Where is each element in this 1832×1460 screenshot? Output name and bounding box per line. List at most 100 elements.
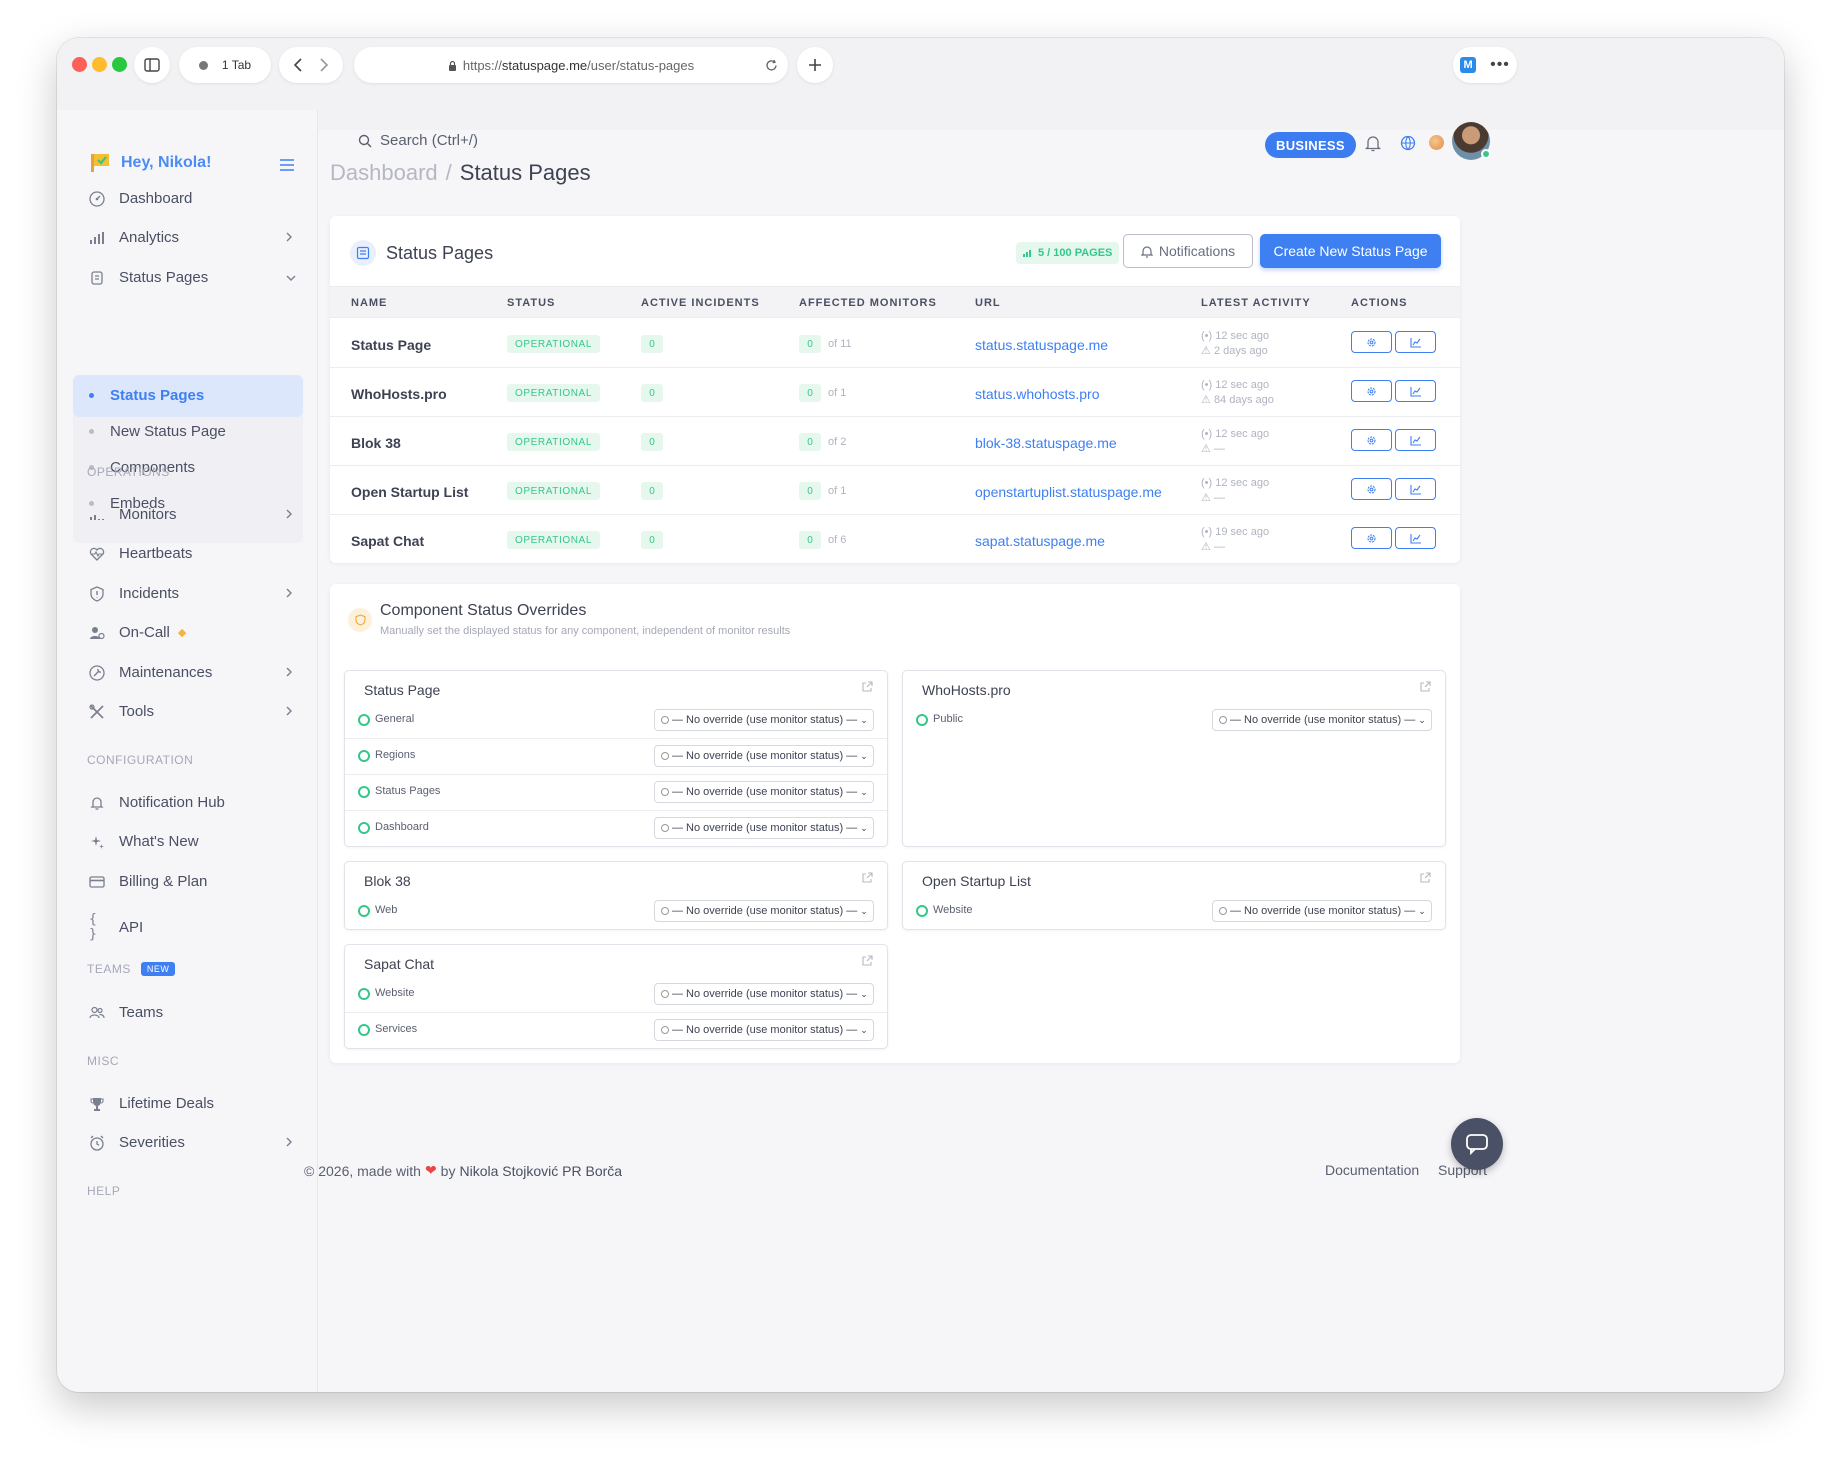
table-row: Sapat Chat OPERATIONAL 0 0 of 6 sapat.st… xyxy=(330,515,1460,564)
override-select[interactable]: — No override (use monitor status) — ⌄ xyxy=(654,900,874,922)
override-select[interactable]: — No override (use monitor status) — ⌄ xyxy=(654,745,874,767)
sidebar-item-api[interactable]: { } API xyxy=(89,912,143,942)
status-page-name[interactable]: Open Startup List xyxy=(351,484,468,500)
external-link-icon[interactable] xyxy=(861,872,873,884)
sidebar-item-maintenances[interactable]: Maintenances xyxy=(89,664,299,681)
status-page-url[interactable]: status.statuspage.me xyxy=(975,337,1108,353)
analytics-button[interactable] xyxy=(1395,429,1436,451)
status-page-name[interactable]: Status Page xyxy=(351,337,431,353)
plan-badge[interactable]: BUSINESS xyxy=(1265,132,1356,158)
sidebar-toggle-button[interactable] xyxy=(134,47,170,83)
bell-icon xyxy=(90,796,104,810)
more-menu-icon[interactable]: ••• xyxy=(1490,57,1510,73)
forward-arrow-icon[interactable] xyxy=(319,58,329,72)
bell-icon[interactable] xyxy=(1365,134,1381,152)
brand[interactable]: Hey, Nikola! xyxy=(89,152,211,174)
status-page-url[interactable]: status.whohosts.pro xyxy=(975,386,1100,402)
sidebar-item-label: Analytics xyxy=(119,229,180,246)
notifications-button[interactable]: Notifications xyxy=(1123,234,1253,268)
component-row: General — No override (use monitor statu… xyxy=(345,703,887,739)
sidebar-item-label: Lifetime Deals xyxy=(119,1095,215,1112)
extension-m-icon[interactable]: M xyxy=(1460,57,1477,73)
sidebar-item-monitors[interactable]: Monitors xyxy=(89,506,299,523)
settings-button[interactable] xyxy=(1351,380,1392,402)
new-tab-button[interactable] xyxy=(797,47,833,83)
reload-icon[interactable] xyxy=(765,59,778,72)
component-overrides-card: Component Status Overrides Manually set … xyxy=(330,584,1460,1063)
override-select[interactable]: — No override (use monitor status) — ⌄ xyxy=(654,709,874,731)
status-page-url[interactable]: blok-38.statuspage.me xyxy=(975,435,1117,451)
sidebar-item-whats-new[interactable]: What's New xyxy=(89,833,199,850)
sidebar-item-heartbeats[interactable]: Heartbeats xyxy=(89,545,192,562)
override-select[interactable]: — No override (use monitor status) — ⌄ xyxy=(654,983,874,1005)
sidebar-item-notification-hub[interactable]: Notification Hub xyxy=(89,794,225,811)
analytics-button[interactable] xyxy=(1395,331,1436,353)
override-select[interactable]: — No override (use monitor status) — ⌄ xyxy=(1212,900,1432,922)
radio-circle-icon xyxy=(1219,907,1227,915)
analytics-button[interactable] xyxy=(1395,527,1436,549)
maximize-window-button[interactable] xyxy=(112,57,127,72)
status-page-name[interactable]: Sapat Chat xyxy=(351,533,424,549)
tab-group-button[interactable]: 1 Tab xyxy=(179,47,271,83)
settings-button[interactable] xyxy=(1351,478,1392,500)
active-incidents-badge: 0 xyxy=(641,531,663,549)
trophy-icon xyxy=(90,1097,104,1111)
override-group-card: Sapat Chat Website — No override (use mo… xyxy=(344,944,888,1049)
sidebar-item-incidents[interactable]: Incidents xyxy=(89,585,299,602)
breadcrumb-parent[interactable]: Dashboard xyxy=(330,160,438,186)
user-avatar[interactable] xyxy=(1452,122,1491,160)
sidebar-item-label: Dashboard xyxy=(119,190,193,207)
create-status-page-button[interactable]: Create New Status Page xyxy=(1260,234,1441,268)
latest-activity: (•) 12 sec ago ⚠ — xyxy=(1201,427,1269,457)
close-window-button[interactable] xyxy=(72,57,87,72)
external-link-icon[interactable] xyxy=(861,681,873,693)
submenu-item-new-status-page[interactable]: New Status Page xyxy=(89,423,226,440)
sidebar-item-severities[interactable]: Severities xyxy=(89,1134,299,1151)
sidebar-item-teams[interactable]: Teams xyxy=(89,1004,163,1021)
external-link-icon[interactable] xyxy=(1419,681,1431,693)
status-badge: OPERATIONAL xyxy=(507,433,600,451)
overrides-subtitle: Manually set the displayed status for an… xyxy=(380,625,791,637)
minimize-window-button[interactable] xyxy=(92,57,107,72)
sidebar-item-label: Teams xyxy=(119,1004,164,1021)
chat-widget-button[interactable] xyxy=(1451,1118,1503,1170)
analytics-button[interactable] xyxy=(1395,380,1436,402)
theme-mascot-icon[interactable] xyxy=(1429,135,1444,150)
override-select[interactable]: — No override (use monitor status) — ⌄ xyxy=(654,1019,874,1041)
chevron-right-icon xyxy=(286,1137,292,1147)
override-select[interactable]: — No override (use monitor status) — ⌄ xyxy=(1212,709,1432,731)
sidebar-item-status-pages[interactable]: Status Pages xyxy=(89,269,299,286)
status-page-url[interactable]: openstartuplist.statuspage.me xyxy=(975,484,1162,500)
sidebar-item-tools[interactable]: Tools xyxy=(89,703,299,720)
globe-icon[interactable] xyxy=(1400,135,1416,151)
sidebar-item-analytics[interactable]: Analytics xyxy=(89,229,299,246)
sidebar-item-billing[interactable]: Billing & Plan xyxy=(89,873,207,890)
external-link-icon[interactable] xyxy=(861,955,873,967)
chevron-down-icon: ⌄ xyxy=(860,786,868,797)
settings-button[interactable] xyxy=(1351,331,1392,353)
chevron-down-icon: ⌄ xyxy=(860,750,868,761)
status-page-name[interactable]: WhoHosts.pro xyxy=(351,386,447,402)
back-arrow-icon[interactable] xyxy=(293,58,303,72)
status-page-url[interactable]: sapat.statuspage.me xyxy=(975,533,1105,549)
external-link-icon[interactable] xyxy=(1419,872,1431,884)
settings-button[interactable] xyxy=(1351,527,1392,549)
override-select[interactable]: — No override (use monitor status) — ⌄ xyxy=(654,781,874,803)
analytics-button[interactable] xyxy=(1395,478,1436,500)
author-link[interactable]: Nikola Stojković PR Borča xyxy=(459,1163,622,1179)
bell-icon xyxy=(1140,245,1153,258)
documentation-link[interactable]: Documentation xyxy=(1325,1162,1419,1178)
select-value: — No override (use monitor status) — xyxy=(672,714,858,726)
sidebar-item-dashboard[interactable]: Dashboard xyxy=(89,190,192,207)
settings-button[interactable] xyxy=(1351,429,1392,451)
sidebar-item-lifetime-deals[interactable]: Lifetime Deals xyxy=(89,1095,214,1112)
override-select[interactable]: — No override (use monitor status) — ⌄ xyxy=(654,817,874,839)
global-search[interactable]: Search (Ctrl+/) xyxy=(358,132,478,149)
address-bar[interactable]: https://statuspage.me/user/status-pages xyxy=(354,47,788,83)
status-page-name[interactable]: Blok 38 xyxy=(351,435,401,451)
section-label-text: TEAMS xyxy=(87,962,131,976)
sidebar-item-on-call[interactable]: On-Call ◆ xyxy=(89,624,186,641)
menu-collapse-icon[interactable] xyxy=(279,158,295,172)
active-incidents-badge: 0 xyxy=(641,384,663,402)
submenu-item-status-pages[interactable]: Status Pages xyxy=(89,387,204,404)
